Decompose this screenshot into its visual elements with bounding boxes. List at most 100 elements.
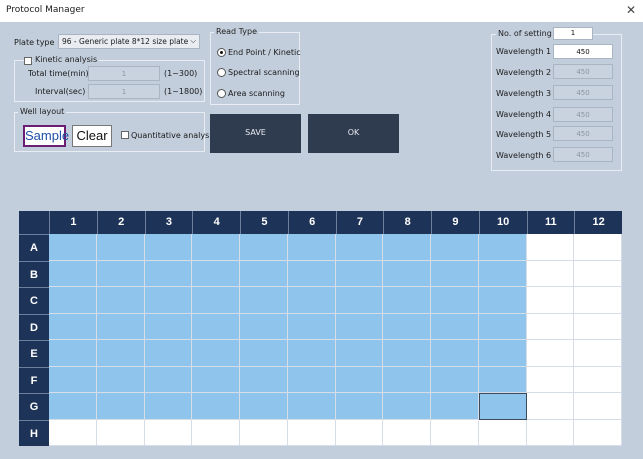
well-cell[interactable] (526, 287, 575, 314)
well-cell[interactable] (574, 419, 622, 446)
radio-end-point[interactable] (217, 48, 226, 57)
well-cell[interactable] (240, 393, 288, 420)
well-cell[interactable] (574, 260, 622, 287)
well-cell[interactable] (383, 419, 431, 446)
well-cell[interactable] (49, 234, 97, 261)
column-header[interactable]: 10 (478, 211, 527, 234)
plate-type-select[interactable]: 96 - Generic plate 8*12 size plate ⌵ (58, 34, 200, 49)
read-option-spectral[interactable]: Spectral scanning (228, 68, 300, 77)
well-cell[interactable] (574, 287, 622, 314)
well-cell[interactable] (192, 287, 240, 314)
close-icon[interactable]: ✕ (626, 3, 636, 17)
row-header[interactable]: G (19, 393, 49, 420)
well-cell[interactable] (526, 393, 575, 420)
wavelength-2-field[interactable]: 450 (553, 64, 613, 79)
column-header[interactable]: 3 (144, 211, 193, 234)
wavelength-6-field[interactable]: 450 (553, 147, 613, 162)
well-cell[interactable] (383, 234, 431, 261)
well-cell[interactable] (240, 313, 288, 340)
well-cell[interactable] (478, 419, 527, 446)
well-cell[interactable] (96, 234, 145, 261)
well-cell[interactable] (526, 366, 575, 393)
well-cell[interactable] (287, 287, 336, 314)
well-cell[interactable] (287, 340, 336, 367)
well-cell[interactable] (431, 287, 479, 314)
well-cell[interactable] (144, 287, 193, 314)
row-header[interactable]: D (19, 313, 49, 340)
well-cell[interactable] (192, 234, 240, 261)
well-cell[interactable] (478, 313, 527, 340)
well-cell[interactable] (431, 419, 479, 446)
well-cell[interactable] (49, 419, 97, 446)
well-cell[interactable] (192, 340, 240, 367)
row-header[interactable]: C (19, 287, 49, 314)
clear-button[interactable]: Clear (72, 125, 112, 147)
row-header[interactable]: E (19, 340, 49, 367)
well-cell[interactable] (383, 260, 431, 287)
radio-spectral[interactable] (217, 68, 226, 77)
well-cell[interactable] (192, 419, 240, 446)
well-cell[interactable] (240, 366, 288, 393)
column-header[interactable]: 1 (49, 211, 97, 234)
well-cell[interactable] (574, 366, 622, 393)
well-cell[interactable] (526, 260, 575, 287)
well-cell[interactable] (287, 234, 336, 261)
well-cell[interactable] (478, 260, 527, 287)
column-header[interactable]: 8 (383, 211, 431, 234)
well-cell[interactable] (431, 393, 479, 420)
wavelength-4-field[interactable]: 450 (553, 107, 613, 122)
well-cell[interactable] (431, 366, 479, 393)
well-cell[interactable] (144, 260, 193, 287)
well-cell[interactable] (335, 287, 384, 314)
well-cell[interactable] (144, 419, 193, 446)
well-cell[interactable] (335, 419, 384, 446)
well-cell[interactable] (383, 366, 431, 393)
row-header[interactable]: B (19, 260, 49, 287)
well-cell[interactable] (383, 313, 431, 340)
save-button[interactable]: SAVE (210, 114, 301, 153)
ok-button[interactable]: OK (308, 114, 399, 153)
column-header[interactable]: 12 (574, 211, 622, 234)
well-cell[interactable] (383, 287, 431, 314)
read-option-end-point[interactable]: End Point / Kinetic (228, 48, 301, 57)
well-cell[interactable] (96, 313, 145, 340)
row-header[interactable]: F (19, 366, 49, 393)
well-cell[interactable] (478, 340, 527, 367)
well-cell[interactable] (478, 393, 527, 420)
well-cell[interactable] (287, 393, 336, 420)
well-cell[interactable] (144, 313, 193, 340)
wavelength-1-field[interactable]: 450 (553, 44, 613, 59)
well-cell[interactable] (96, 419, 145, 446)
well-cell[interactable] (574, 313, 622, 340)
well-cell[interactable] (192, 366, 240, 393)
well-cell[interactable] (383, 340, 431, 367)
well-cell[interactable] (96, 287, 145, 314)
well-cell[interactable] (574, 340, 622, 367)
quantitative-checkbox[interactable] (121, 131, 129, 139)
row-header[interactable]: H (19, 419, 49, 446)
row-header[interactable]: A (19, 234, 49, 261)
read-option-area[interactable]: Area scanning (228, 89, 285, 98)
kinetic-checkbox[interactable] (24, 57, 32, 65)
well-cell[interactable] (49, 287, 97, 314)
well-cell[interactable] (574, 234, 622, 261)
well-cell[interactable] (526, 340, 575, 367)
well-cell[interactable] (335, 260, 384, 287)
wavelength-3-field[interactable]: 450 (553, 85, 613, 100)
well-cell[interactable] (431, 340, 479, 367)
well-cell[interactable] (96, 260, 145, 287)
well-cell[interactable] (431, 234, 479, 261)
well-cell[interactable] (526, 419, 575, 446)
sample-button[interactable]: Sample (23, 125, 69, 147)
well-cell[interactable] (287, 260, 336, 287)
column-header[interactable]: 5 (240, 211, 288, 234)
column-header[interactable]: 4 (192, 211, 240, 234)
well-cell[interactable] (240, 260, 288, 287)
well-cell[interactable] (287, 419, 336, 446)
setting-count-field[interactable]: 1 (553, 27, 593, 40)
well-cell[interactable] (49, 260, 97, 287)
radio-area[interactable] (217, 89, 226, 98)
column-header[interactable]: 7 (335, 211, 384, 234)
well-cell[interactable] (526, 234, 575, 261)
well-cell[interactable] (192, 313, 240, 340)
